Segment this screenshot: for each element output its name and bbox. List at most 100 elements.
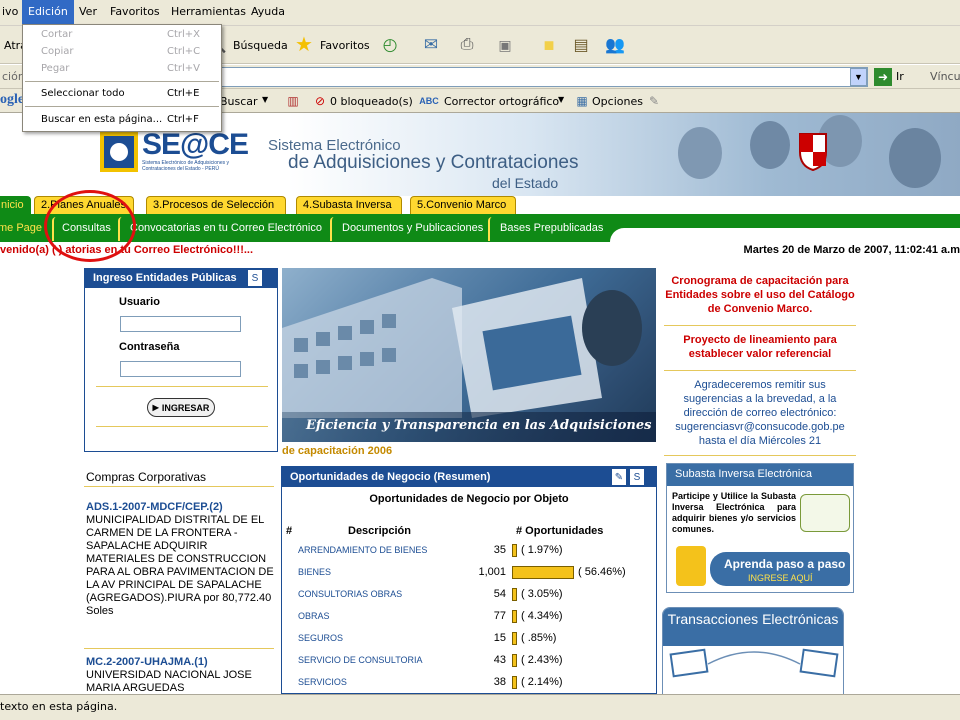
- tab-procesos-seleccion[interactable]: 3.Procesos de Selección: [146, 196, 286, 214]
- popup-blocker-icon[interactable]: ⊘: [312, 93, 328, 109]
- page-rank-icon[interactable]: ▥: [285, 93, 301, 109]
- options-icon[interactable]: ▦: [574, 93, 590, 109]
- row-percentage: ( 1.97%): [521, 544, 563, 556]
- laptops-illustration: [669, 648, 839, 678]
- login-button[interactable]: ▶ INGRESAR: [147, 398, 215, 417]
- compra-description: UNIVERSIDAD NACIONAL JOSE MARIA ARGUEDAS: [86, 669, 252, 694]
- go-arrow-icon[interactable]: ➜: [874, 68, 892, 86]
- seace-logo-icon: [100, 132, 138, 172]
- chevron-down-icon[interactable]: ▼: [558, 95, 564, 104]
- tab-convenio-marco[interactable]: 5.Convenio Marco: [410, 196, 516, 214]
- options-button[interactable]: Opciones: [592, 95, 643, 108]
- history-icon[interactable]: ◴: [378, 34, 402, 56]
- divider: [664, 325, 856, 326]
- lineamiento-link[interactable]: Proyecto de lineamiento para establecer …: [662, 333, 858, 361]
- favorites-button[interactable]: Favoritos: [320, 39, 370, 52]
- nav-documentos[interactable]: Documentos y Publicaciones: [342, 222, 483, 234]
- refresh-icon[interactable]: S: [248, 270, 262, 286]
- compra-item: MC.2-2007-UHAJMA.(1) UNIVERSIDAD NACIONA…: [86, 656, 274, 695]
- menu-help[interactable]: Ayuda: [251, 5, 285, 18]
- edit-menu-dropdown: Cortar Ctrl+X Copiar Ctrl+C Pegar Ctrl+V Se…: [22, 24, 222, 132]
- row-description[interactable]: BIENES: [298, 567, 331, 577]
- spellcheck-button[interactable]: Corrector ortográfico: [444, 95, 559, 108]
- row-percentage: ( 3.05%): [521, 588, 563, 600]
- links-label[interactable]: Víncul: [930, 70, 960, 83]
- row-count: 38: [493, 676, 506, 688]
- menu-edit[interactable]: Edición: [22, 0, 74, 26]
- compra-code[interactable]: ADS.1-2007-MDCF/CEP.(2): [86, 501, 274, 514]
- row-bar: [512, 610, 517, 623]
- row-count: 54: [493, 588, 506, 600]
- username-label: Usuario: [119, 296, 160, 308]
- search-button[interactable]: Búsqueda: [233, 39, 288, 52]
- subasta-logo-icon: [800, 494, 850, 532]
- menu-item-find[interactable]: Buscar en esta página... Ctrl+F: [41, 114, 211, 125]
- favorites-star-icon[interactable]: ★: [292, 32, 316, 56]
- nav-separator: [488, 217, 494, 241]
- nav-bar-curve: [610, 228, 960, 242]
- username-input[interactable]: [120, 316, 241, 332]
- row-description[interactable]: SERVICIOS: [298, 677, 347, 687]
- menu-tools[interactable]: Herramientas: [171, 5, 246, 18]
- row-description[interactable]: ARRENDAMIENTO DE BIENES: [298, 545, 427, 555]
- menu-item-select-all[interactable]: Seleccionar todo Ctrl+E: [41, 88, 211, 99]
- aprenda-link[interactable]: Aprenda paso a paso: [724, 557, 845, 571]
- row-count: 1,001: [478, 566, 506, 578]
- nav-convocatorias[interactable]: Convocatorias en tu Correo Electrónico: [130, 222, 322, 234]
- refresh-icon[interactable]: S: [630, 469, 644, 485]
- row-bar: [512, 588, 517, 601]
- compra-code[interactable]: MC.2-2007-UHAJMA.(1): [86, 656, 274, 669]
- row-description[interactable]: CONSULTORIAS OBRAS: [298, 589, 402, 599]
- menu-item-cut[interactable]: Cortar Ctrl+X: [41, 29, 211, 40]
- peru-coat-of-arms-icon: [799, 133, 827, 172]
- edit-page-icon[interactable]: ▣: [492, 34, 518, 56]
- site-logo[interactable]: SE@CE: [142, 128, 249, 162]
- messenger-icon[interactable]: 👥: [602, 34, 628, 56]
- row-description[interactable]: SERVICIO DE CONSULTORIA: [298, 655, 423, 665]
- cronograma-link[interactable]: Cronograma de capacitación para Entidade…: [662, 274, 858, 316]
- nav-home-page[interactable]: me Page: [0, 222, 42, 234]
- google-search-button[interactable]: Buscar: [220, 95, 258, 108]
- sugerencias-notice: Agradeceremos remitir sus sugerencias a …: [675, 379, 845, 447]
- menu-item-copy[interactable]: Copiar Ctrl+C: [41, 46, 211, 57]
- current-datetime: Martes 20 de Marzo de 2007, 11:02:41 a.m: [743, 244, 960, 256]
- mail-icon[interactable]: ✉: [416, 34, 446, 56]
- tab-inicio[interactable]: nicio: [0, 196, 31, 214]
- go-button[interactable]: Ir: [896, 70, 904, 83]
- row-description[interactable]: OBRAS: [298, 611, 330, 621]
- nav-separator: [330, 217, 336, 241]
- password-input[interactable]: [120, 361, 241, 377]
- divider: [84, 486, 274, 487]
- menu-item-paste[interactable]: Pegar Ctrl+V: [41, 63, 211, 74]
- column-header-oportunidades: # Oportunidades: [516, 525, 604, 537]
- chevron-down-icon[interactable]: ▼: [850, 68, 867, 86]
- compra-description: MUNICIPALIDAD DISTRITAL DE EL CARMEN DE …: [86, 514, 274, 617]
- google-logo: ogle: [0, 92, 25, 107]
- divider: [84, 648, 274, 649]
- ingrese-link[interactable]: INGRESE AQUÍ: [748, 573, 813, 583]
- pencil-icon[interactable]: ✎: [646, 93, 662, 109]
- menu-favorites[interactable]: Favoritos: [110, 5, 160, 18]
- row-percentage: ( 4.34%): [521, 610, 563, 622]
- login-panel: [84, 268, 278, 452]
- spellcheck-icon[interactable]: ABC: [419, 93, 439, 109]
- row-bar: [512, 632, 517, 645]
- research-icon[interactable]: ▤: [568, 34, 594, 56]
- chevron-down-icon[interactable]: ▼: [262, 95, 268, 104]
- compra-item: ADS.1-2007-MDCF/CEP.(2) MUNICIPALIDAD DI…: [86, 501, 274, 618]
- menu-bar: ivo Edición Ver Favoritos Herramientas A…: [0, 0, 960, 26]
- edit-icon[interactable]: ✎: [612, 469, 626, 485]
- row-description[interactable]: SEGUROS: [298, 633, 343, 643]
- print-icon[interactable]: ⎙: [454, 34, 480, 56]
- status-bar: texto en esta página.: [0, 694, 960, 720]
- row-bar: [512, 566, 574, 579]
- transacciones-title: Transacciones Electrónicas: [663, 608, 843, 646]
- note-icon[interactable]: ■: [536, 34, 562, 56]
- menu-view[interactable]: Ver: [79, 5, 97, 18]
- popup-blocked-count[interactable]: 0 bloqueado(s): [330, 95, 413, 108]
- tab-subasta-inversa[interactable]: 4.Subasta Inversa: [296, 196, 402, 214]
- row-percentage: ( .85%): [521, 632, 557, 644]
- capacitacion-ticker[interactable]: de capacitación 2006: [282, 443, 656, 461]
- nav-bases-prepublicadas[interactable]: Bases Prepublicadas: [500, 222, 603, 234]
- menu-file[interactable]: ivo: [2, 5, 18, 18]
